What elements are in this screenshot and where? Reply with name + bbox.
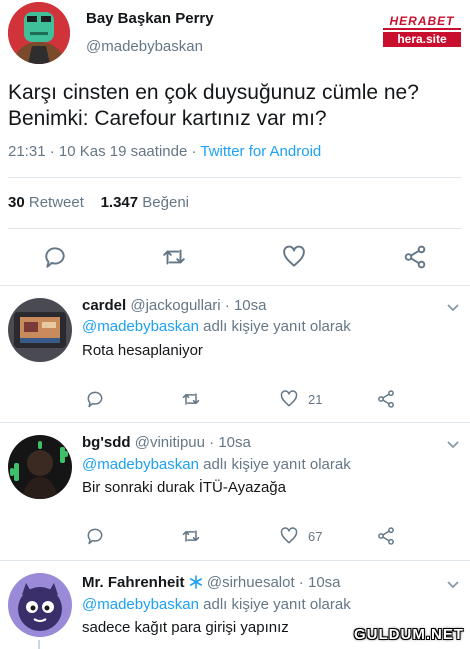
frog-avatar-icon <box>8 2 70 64</box>
replying-to: @madebybaskan adlı kişiye yanıt olarak <box>82 596 351 613</box>
mention-link[interactable]: @madebybaskan <box>82 596 199 613</box>
reply-author-handle[interactable]: @vinitipuu · 10sa <box>135 434 251 451</box>
reply-author-name[interactable]: cardel <box>82 297 126 314</box>
replying-to: @madebybaskan adlı kişiye yanıt olarak <box>82 318 351 335</box>
chevron-down-icon[interactable] <box>446 303 460 313</box>
mention-link[interactable]: @madebybaskan <box>82 318 199 335</box>
like-count[interactable]: 1.347 <box>101 194 139 211</box>
tweet-text: Karşı cinsten en çok duysuğunuz cümle ne… <box>8 81 419 130</box>
monster-avatar-icon <box>8 573 72 637</box>
cactus-avatar-icon <box>8 435 72 499</box>
share-icon[interactable] <box>376 389 396 409</box>
author-name[interactable]: Bay Başkan Perry <box>86 10 214 27</box>
share-icon[interactable] <box>376 526 396 546</box>
retweet-icon[interactable] <box>181 526 201 546</box>
replying-to-label: adlı kişiye yanıt olarak <box>198 456 351 473</box>
tv-avatar-icon <box>8 298 72 362</box>
author-handle[interactable]: @madebybaskan <box>86 38 203 55</box>
chevron-down-icon[interactable] <box>446 580 460 590</box>
replying-to-label: adlı kişiye yanıt olarak <box>198 318 351 335</box>
retweet-label[interactable]: Retweet <box>29 194 84 211</box>
author-avatar[interactable] <box>8 2 70 64</box>
chevron-down-icon[interactable] <box>446 440 460 450</box>
like-count: 67 <box>308 529 323 544</box>
watermark-site: hera.site <box>383 32 461 47</box>
like-icon[interactable] <box>279 389 299 409</box>
reply-author-name[interactable]: Mr. Fahrenheit <box>82 574 185 591</box>
snowflake-icon <box>189 575 202 589</box>
reply-author-handle[interactable]: @jackogullari · 10sa <box>130 297 266 314</box>
replying-to-label: adlı kişiye yanıt olarak <box>198 596 351 613</box>
reply-avatar[interactable] <box>8 435 72 499</box>
reply-avatar[interactable] <box>8 573 72 637</box>
divider <box>0 285 470 286</box>
divider <box>8 228 462 229</box>
site-watermark: GULDUM.NET <box>354 626 464 643</box>
watermark-brand: HERABET <box>383 14 461 30</box>
like-icon[interactable] <box>281 244 307 270</box>
reply-text: Bir sonraki durak İTÜ-Ayazağa <box>82 479 286 496</box>
mention-link[interactable]: @madebybaskan <box>82 456 199 473</box>
retweet-icon[interactable] <box>161 244 187 270</box>
reply-text: sadece kağıt para girişi yapınız <box>82 619 289 636</box>
retweet-count[interactable]: 30 <box>8 194 25 211</box>
share-icon[interactable] <box>402 244 428 270</box>
reply-author-handle[interactable]: @sirhuesalot · 10sa <box>207 574 341 591</box>
like-icon[interactable] <box>279 526 299 546</box>
like-count: 21 <box>308 392 323 407</box>
tweet-time: 21:31 · 10 Kas 19 saatinde · <box>8 143 201 160</box>
thread-line <box>38 640 40 649</box>
divider <box>8 177 462 178</box>
reply-avatar[interactable] <box>8 298 72 362</box>
reply-author-name[interactable]: bg'sdd <box>82 434 131 451</box>
reply-icon[interactable] <box>85 389 105 409</box>
divider <box>0 560 470 561</box>
reply-text: Rota hesaplaniyor <box>82 342 203 359</box>
divider <box>0 422 470 423</box>
retweet-icon[interactable] <box>181 389 201 409</box>
herabet-watermark: HERABET hera.site <box>383 14 461 47</box>
tweet-timestamp: 21:31 · 10 Kas 19 saatinde · Twitter for… <box>8 143 321 160</box>
tweet-stats: 30 Retweet 1.347 Beğeni <box>8 194 189 211</box>
reply-icon[interactable] <box>42 244 68 270</box>
tweet-source-link[interactable]: Twitter for Android <box>200 143 321 160</box>
replying-to: @madebybaskan adlı kişiye yanıt olarak <box>82 456 351 473</box>
like-label[interactable]: Beğeni <box>142 194 189 211</box>
reply-icon[interactable] <box>85 526 105 546</box>
